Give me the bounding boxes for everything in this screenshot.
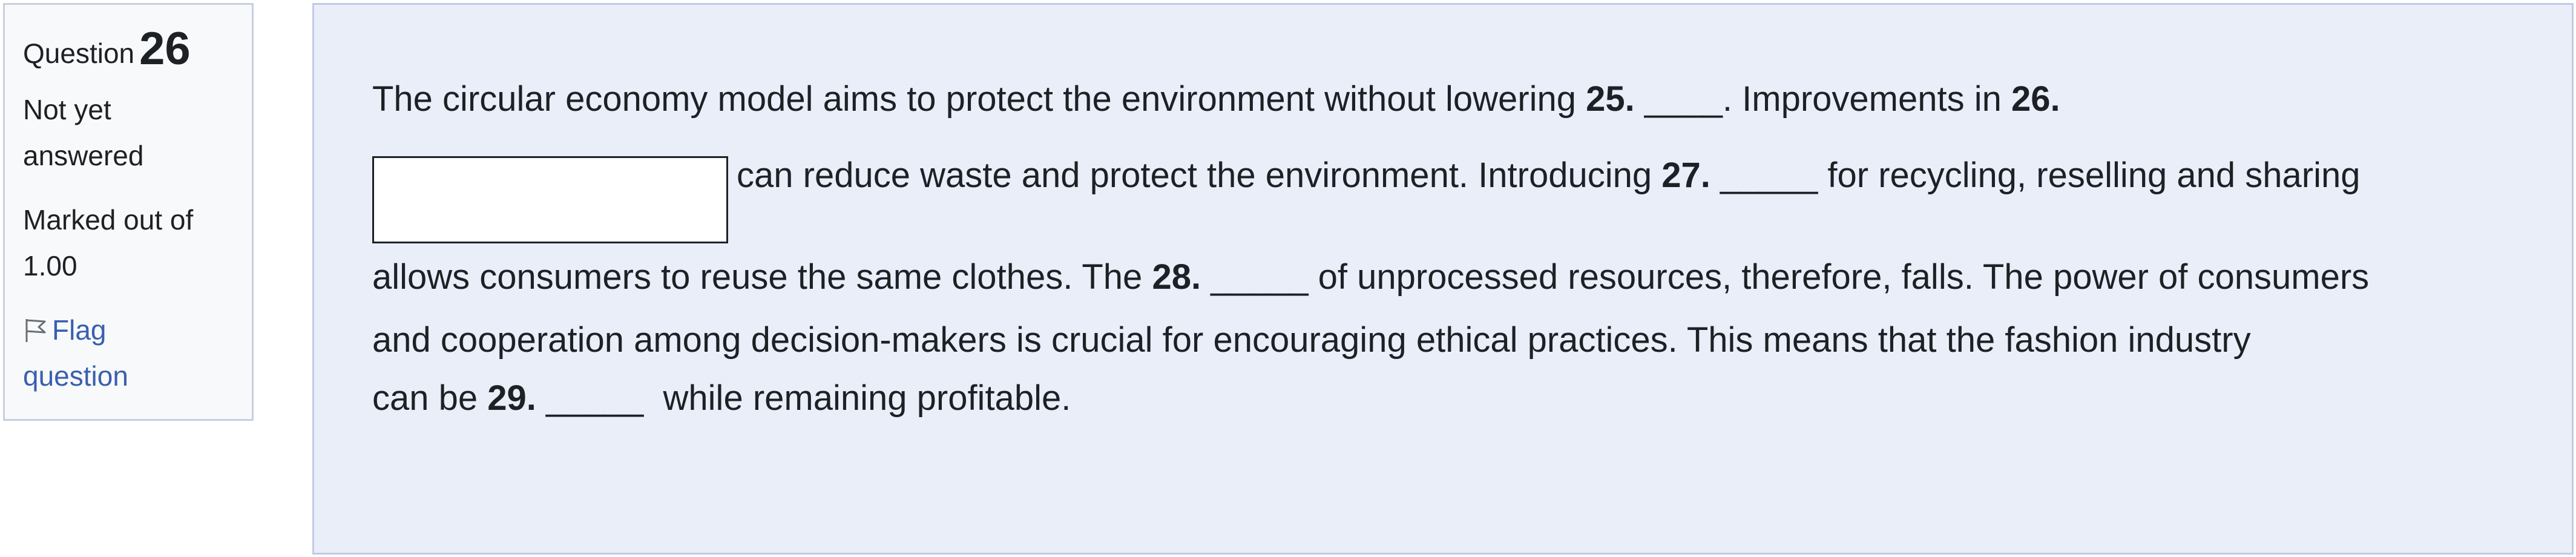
blank-number-27: 27. (1661, 156, 1710, 195)
blank-number-26: 26. (2011, 79, 2060, 119)
question-grade-line2: 1.00 (23, 250, 77, 282)
question-text-line: The circular economy model aims to prote… (372, 64, 2514, 134)
question-info-panel: Question 26 Not yet answered Marked out o… (3, 3, 254, 421)
blank-number-29: 29. (487, 378, 536, 418)
text-segment: ____. Improvements in (1634, 79, 2011, 119)
blank-number-25: 25. (1586, 79, 1635, 119)
question-text-line: allows consumers to reuse the same cloth… (372, 243, 2514, 311)
flag-label-line2: question (23, 360, 128, 392)
question-text-line: can reduce waste and protect the environ… (372, 137, 2514, 243)
answer-26-input[interactable] (372, 156, 728, 243)
text-segment: can be (372, 378, 488, 418)
question-text: The circular economy model aims to prote… (372, 64, 2514, 427)
question-text-line: and cooperation among decision-makers is… (372, 311, 2514, 369)
text-segment: _____ for recycling, reselling and shari… (1710, 156, 2361, 195)
text-segment: allows consumers to reuse the same cloth… (372, 257, 1152, 297)
question-number: Question 26 (23, 25, 234, 77)
question-number-value: 26 (139, 23, 191, 74)
question-text-line: can be 29. _____ while remaining profita… (372, 369, 2514, 427)
text-segment: and cooperation among decision-makers is… (372, 320, 2251, 360)
text-segment: can reduce waste and protect the environ… (737, 156, 1662, 195)
question-grade: Marked out of 1.00 (23, 197, 234, 289)
flag-question-link[interactable]: Flag question (23, 307, 234, 399)
question-label: Question (23, 38, 135, 69)
blank-number-28: 28. (1152, 257, 1201, 297)
question-state-line1: Not yet (23, 94, 111, 125)
question-content-panel: The circular economy model aims to prote… (312, 3, 2574, 555)
text-segment: _____ of unprocessed resources, therefor… (1201, 257, 2370, 297)
flag-icon (23, 311, 48, 342)
text-segment: The circular economy model aims to prote… (372, 79, 1586, 119)
text-segment: _____ while remaining profitable. (536, 378, 1071, 418)
question-grade-line1: Marked out of (23, 204, 194, 236)
question-state: Not yet answered (23, 87, 234, 179)
question-state-line2: answered (23, 140, 144, 171)
flag-label-line1: Flag (52, 314, 107, 346)
